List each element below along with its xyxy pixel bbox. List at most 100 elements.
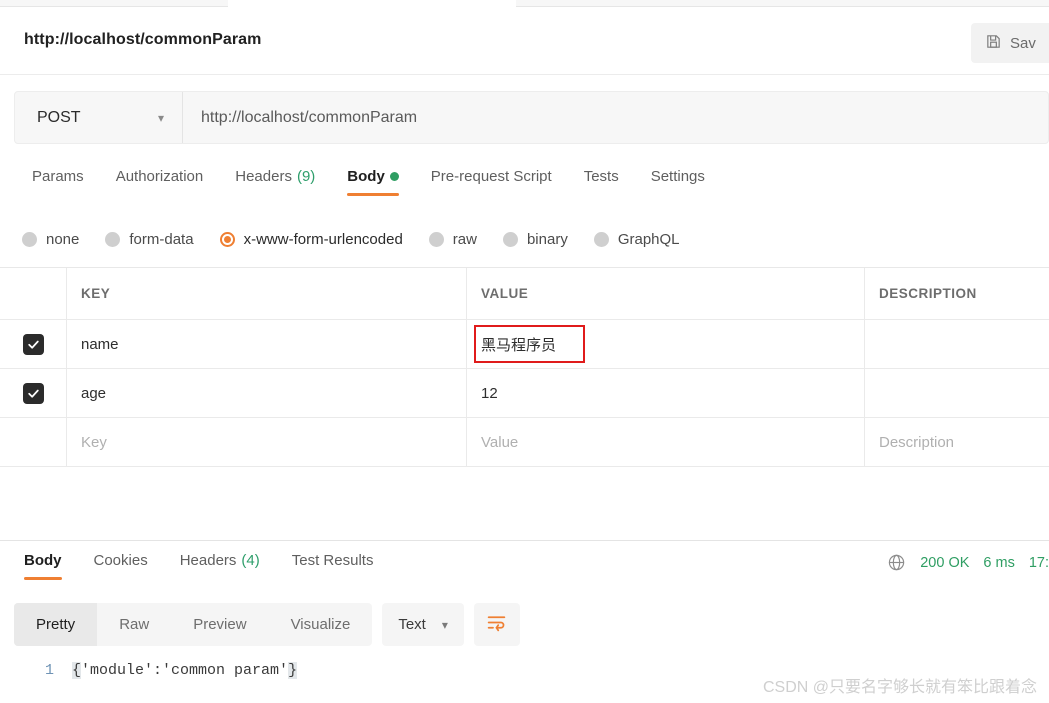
body-type-radio-raw[interactable]: raw: [428, 230, 477, 248]
row-checkbox[interactable]: [22, 333, 44, 355]
header-cell-value: VALUE: [467, 268, 865, 319]
view-mode-pretty[interactable]: Pretty: [14, 603, 98, 646]
cell-key-text: age: [81, 384, 107, 402]
request-tabs: Params Authorization Headers (9) Body Pre-req…: [0, 164, 1049, 206]
request-tab-settings[interactable]: Settings: [635, 164, 721, 199]
request-tab-count: (9): [296, 168, 316, 185]
view-mode-label: Preview: [193, 616, 247, 633]
postman-request-window: http://localhost/commonParam Sav POST ▾ …: [0, 0, 1049, 703]
wrap-text-button[interactable]: [473, 603, 520, 646]
view-mode-raw[interactable]: Raw: [97, 603, 171, 646]
globe-icon: [887, 553, 906, 572]
body-type-label: x-www-form-urlencoded: [243, 230, 403, 248]
request-tab-pre-request-script[interactable]: Pre-request Script: [415, 164, 568, 199]
body-type-label: raw: [452, 230, 477, 248]
body-type-label: none: [46, 230, 80, 248]
cell-value[interactable]: 12: [467, 369, 865, 417]
header-cell-description: DESCRIPTION: [879, 286, 977, 301]
request-tab-label: Body: [347, 168, 385, 185]
request-tab-headers[interactable]: Headers (9): [219, 164, 331, 199]
url-bar: POST ▾ http://localhost/commonParam: [14, 91, 1049, 144]
response-tab-body[interactable]: Body: [8, 548, 78, 583]
response-tab-label: Test Results: [291, 552, 374, 569]
header-cell-select: [0, 268, 67, 319]
response-tab-cookies[interactable]: Cookies: [78, 548, 164, 583]
body-type-radio-group: none form-data x-www-form-urlencoded raw bin…: [22, 222, 1042, 256]
tab-strip: [0, 0, 1049, 7]
method-label: POST: [37, 108, 81, 126]
body-type-label: form-data: [129, 230, 194, 248]
url-input[interactable]: http://localhost/commonParam: [183, 92, 1048, 143]
request-tab-body[interactable]: Body: [331, 164, 415, 199]
cell-key[interactable]: name: [67, 320, 467, 368]
response-size-badge: 17:: [1028, 554, 1049, 571]
cell-description[interactable]: [865, 320, 1049, 368]
cell-select: [0, 320, 67, 368]
body-type-label: binary: [526, 230, 568, 248]
cell-description[interactable]: Description: [865, 418, 1049, 466]
request-tab-params[interactable]: Params: [16, 164, 100, 199]
response-divider[interactable]: [0, 540, 1049, 541]
view-mode-label: Visualize: [290, 616, 351, 633]
cell-value[interactable]: 黑马程序员: [467, 320, 865, 368]
request-tab-label: Headers: [235, 168, 292, 185]
cell-value[interactable]: Value: [467, 418, 865, 466]
request-tab-label: Settings: [650, 168, 705, 185]
response-tab-test-results[interactable]: Test Results: [276, 548, 390, 583]
cell-select: [0, 418, 67, 466]
cell-description[interactable]: [865, 369, 1049, 417]
floppy-disk-icon: [985, 33, 1002, 54]
request-tab-label: Params: [32, 168, 84, 185]
body-type-radio-none[interactable]: none: [22, 231, 79, 248]
header-cell-key: KEY: [67, 268, 467, 319]
tab-strip-segment-right[interactable]: [516, 0, 1049, 7]
response-tab-label: Headers: [179, 552, 237, 569]
row-checkbox[interactable]: [22, 382, 44, 404]
method-select[interactable]: POST ▾: [15, 92, 183, 143]
code-line-number: 1: [44, 662, 54, 679]
url-input-value: http://localhost/commonParam: [201, 108, 418, 126]
body-type-radio-form-data[interactable]: form-data: [105, 230, 194, 248]
cell-key-text: name: [81, 335, 119, 353]
cell-description-text: Description: [879, 433, 955, 451]
tab-strip-segment-left[interactable]: [0, 0, 228, 7]
response-time-badge: 6 ms: [983, 554, 1015, 571]
view-mode-label: Raw: [119, 616, 150, 633]
body-modified-dot-icon: [389, 172, 399, 181]
close-brace: }: [288, 662, 298, 679]
table-row: name 黑马程序员: [0, 320, 1049, 369]
body-type-radio-x-www-form-urlencoded[interactable]: x-www-form-urlencoded: [219, 230, 403, 248]
body-type-radio-GraphQL[interactable]: GraphQL: [593, 230, 680, 248]
view-mode-visualize[interactable]: Visualize: [269, 603, 373, 646]
radio-icon: [428, 231, 444, 247]
request-tab-tests[interactable]: Tests: [568, 164, 635, 199]
view-mode-preview[interactable]: Preview: [171, 603, 268, 646]
radio-icon: [502, 231, 518, 247]
response-status-group: 200 OK 6 ms 17:: [887, 553, 1049, 572]
params-table: KEY VALUE DESCRIPTION name 黑马程序员 age 12 Key V…: [0, 267, 1049, 467]
status-badge: 200 OK: [920, 554, 970, 571]
code-text: 'module':'common param': [81, 662, 289, 679]
response-tab-label: Body: [24, 552, 62, 569]
save-button[interactable]: Sav: [971, 23, 1049, 63]
format-select[interactable]: Text ▾: [382, 603, 464, 646]
cell-select: [0, 369, 67, 417]
code-line-content: {'module':'common param'}: [72, 662, 298, 679]
cell-key[interactable]: Key: [67, 418, 467, 466]
table-row: age 12: [0, 369, 1049, 418]
cell-key[interactable]: age: [67, 369, 467, 417]
radio-icon: [219, 231, 235, 247]
radio-icon: [593, 231, 609, 247]
format-label: Text: [398, 616, 426, 633]
body-type-radio-binary[interactable]: binary: [502, 230, 568, 248]
body-type-label: GraphQL: [617, 230, 680, 248]
cell-value-text: 黑马程序员: [481, 336, 557, 354]
save-button-label: Sav: [1010, 34, 1036, 52]
response-tab-count: (4): [241, 552, 260, 569]
csdn-watermark: CSDN @只要名字够长就有笨比跟着念: [762, 679, 1037, 696]
radio-icon: [22, 231, 37, 247]
request-tab-authorization[interactable]: Authorization: [100, 164, 220, 199]
wrap-text-icon: [486, 612, 507, 638]
table-header-row: KEY VALUE DESCRIPTION: [0, 268, 1049, 320]
response-tab-headers[interactable]: Headers (4): [164, 548, 276, 583]
